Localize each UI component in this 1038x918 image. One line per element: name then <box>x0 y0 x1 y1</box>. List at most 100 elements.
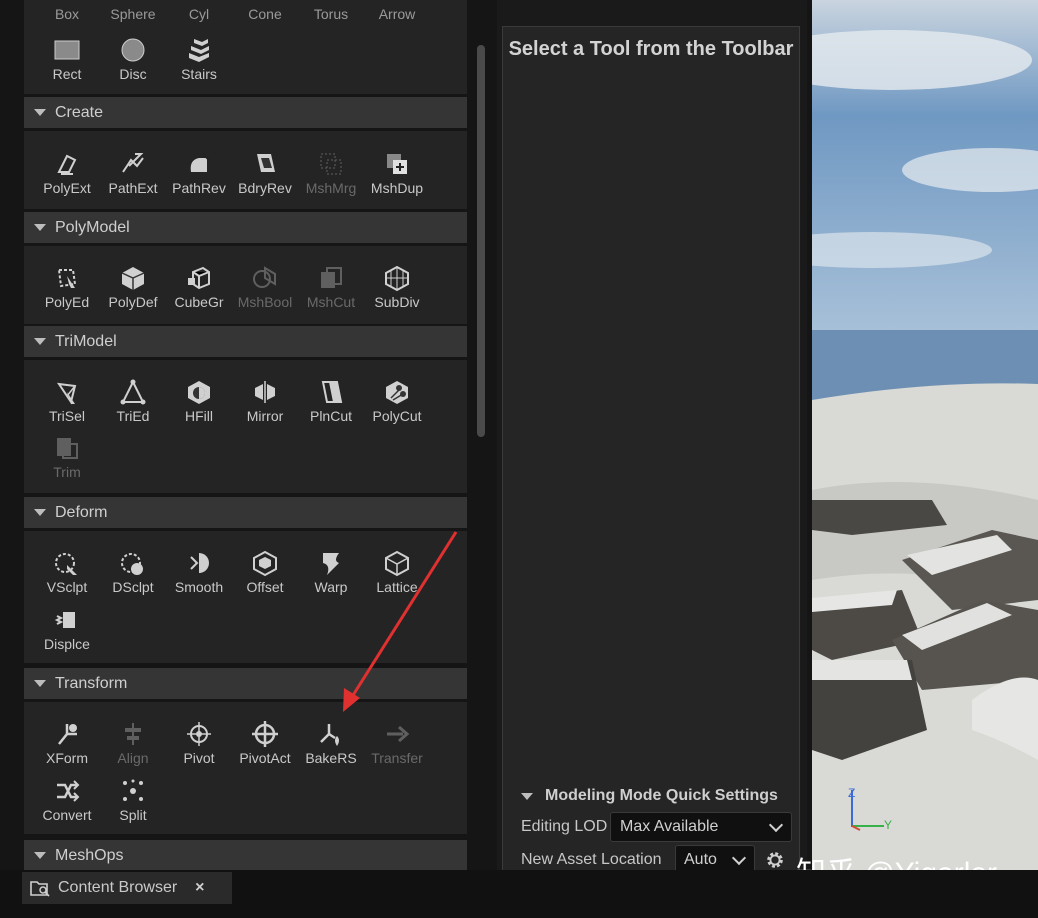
tool-trim[interactable]: Trim <box>34 430 100 486</box>
section-header-polymodel[interactable]: PolyModel <box>24 212 467 243</box>
section-title: MeshOps <box>55 846 124 864</box>
tool-align[interactable]: Align <box>100 716 166 772</box>
mshmrg-icon <box>320 153 342 175</box>
tool-label-box[interactable]: Box <box>34 6 100 22</box>
tool-label: DSclpt <box>112 579 154 595</box>
tool-polyext[interactable]: PolyExt <box>34 146 100 202</box>
section-header-deform[interactable]: Deform <box>24 497 467 528</box>
tool-label-cone[interactable]: Cone <box>232 6 298 22</box>
tool-plncut[interactable]: PlnCut <box>298 374 364 430</box>
tool-mshbool[interactable]: MshBool <box>232 260 298 316</box>
tool-convert[interactable]: Convert <box>34 773 100 829</box>
tool-cubegr[interactable]: CubeGr <box>166 260 232 316</box>
details-title: Select a Tool from the Toolbar <box>508 38 794 60</box>
collapse-arrow-icon <box>34 338 46 345</box>
tool-disc[interactable]: Disc <box>100 32 166 88</box>
tool-label: HFill <box>185 408 213 424</box>
quick-settings-header[interactable]: Modeling Mode Quick Settings <box>521 787 778 805</box>
editing-lod-dropdown[interactable]: Max Available <box>610 812 792 842</box>
tool-label-arrow[interactable]: Arrow <box>364 6 430 22</box>
tool-lattice[interactable]: Lattice <box>364 545 430 601</box>
pathext-icon <box>122 153 144 173</box>
tool-label: PlnCut <box>309 408 353 424</box>
tool-pivotact[interactable]: PivotAct <box>232 716 298 772</box>
tool-polydef[interactable]: PolyDef <box>100 260 166 316</box>
tool-offset[interactable]: Offset <box>232 545 298 601</box>
tool-label: Pivot <box>183 750 215 766</box>
tool-bakers[interactable]: BakeRS <box>298 716 364 772</box>
section-header-transform[interactable]: Transform <box>24 668 467 699</box>
stairs-icon <box>189 39 209 62</box>
details-body: Select a Tool from the Toolbar Modeling … <box>502 26 800 875</box>
tool-label: MshDup <box>370 180 424 196</box>
tool-label: BakeRS <box>305 750 357 766</box>
tool-hfill[interactable]: HFill <box>166 374 232 430</box>
tool-label: Rect <box>52 66 82 82</box>
tool-label: PolyDef <box>108 294 158 310</box>
tool-tried[interactable]: TriEd <box>100 374 166 430</box>
tool-smooth[interactable]: Smooth <box>166 545 232 601</box>
tool-trisel[interactable]: TriSel <box>34 374 100 430</box>
tool-subdiv[interactable]: SubDiv <box>364 260 430 316</box>
tool-polyed[interactable]: PolyEd <box>34 260 100 316</box>
tool-label: Stairs <box>181 66 217 82</box>
tool-mshdup[interactable]: MshDup <box>364 146 430 202</box>
tool-rect[interactable]: Rect <box>34 32 100 88</box>
tool-dsclpt[interactable]: DSclpt <box>100 545 166 601</box>
trim-icon <box>57 438 78 459</box>
gear-icon[interactable] <box>764 849 786 871</box>
convert-icon <box>57 780 80 802</box>
tool-polycut[interactable]: PolyCut <box>364 374 430 430</box>
modeling-tool-palette: Box Sphere Cyl Cone Torus Arrow Rect Dis… <box>0 0 490 870</box>
tool-transfer[interactable]: Transfer <box>364 716 430 772</box>
content-browser-tab[interactable]: Content Browser × <box>22 872 232 904</box>
mshcut-icon <box>321 267 342 288</box>
tool-bdryrev[interactable]: BdryRev <box>232 146 298 202</box>
pathrev-icon <box>190 153 210 172</box>
transfer-icon <box>387 725 410 743</box>
content-browser-label: Content Browser <box>58 879 178 896</box>
tool-stairs[interactable]: Stairs <box>166 32 232 88</box>
tool-mshmrg[interactable]: MshMrg <box>298 146 364 202</box>
trisel-icon <box>56 382 77 405</box>
tool-label: MshBool <box>237 294 293 310</box>
tool-split[interactable]: Split <box>100 773 166 829</box>
tool-pathext[interactable]: PathExt <box>100 146 166 202</box>
tool-mirror[interactable]: Mirror <box>232 374 298 430</box>
tool-label: PolyExt <box>43 180 91 196</box>
cubegr-icon <box>188 266 210 290</box>
tool-pivot[interactable]: Pivot <box>166 716 232 772</box>
tool-label-sphere[interactable]: Sphere <box>100 6 166 22</box>
tool-xform[interactable]: XForm <box>34 716 100 772</box>
tool-vsclpt[interactable]: VSclpt <box>34 545 100 601</box>
palette-scrollbar[interactable] <box>477 45 485 437</box>
level-viewport[interactable]: Z Y <box>812 0 1038 870</box>
tool-pathrev[interactable]: PathRev <box>166 146 232 202</box>
tool-label: BdryRev <box>238 180 292 196</box>
gizmo-z-label: Z <box>848 786 856 800</box>
close-tab-button[interactable]: × <box>195 879 204 897</box>
tried-icon <box>120 379 146 405</box>
tool-label-torus[interactable]: Torus <box>298 6 364 22</box>
collapse-arrow-icon <box>34 224 46 231</box>
section-header-meshops[interactable]: MeshOps <box>24 840 467 870</box>
tool-mshcut[interactable]: MshCut <box>298 260 364 316</box>
offset-icon <box>253 550 277 577</box>
dsclpt-icon <box>121 553 143 575</box>
plncut-icon <box>321 381 343 403</box>
section-title: Create <box>55 103 104 121</box>
section-header-trimodel[interactable]: TriModel <box>24 326 467 357</box>
section-header-create[interactable]: Create <box>24 97 467 128</box>
rect-icon <box>54 40 80 60</box>
section-title: Deform <box>55 503 108 521</box>
tool-label: Split <box>119 807 147 823</box>
gizmo-y-label: Y <box>884 818 893 832</box>
tool-displce[interactable]: Displce <box>34 602 100 658</box>
disc-icon <box>121 38 145 62</box>
tool-label: Transfer <box>371 750 423 766</box>
tool-warp[interactable]: Warp <box>298 545 364 601</box>
tool-label: Trim <box>53 464 81 480</box>
warp-icon <box>323 553 339 575</box>
tool-label-cyl[interactable]: Cyl <box>166 6 232 22</box>
tool-label: Lattice <box>376 579 418 595</box>
